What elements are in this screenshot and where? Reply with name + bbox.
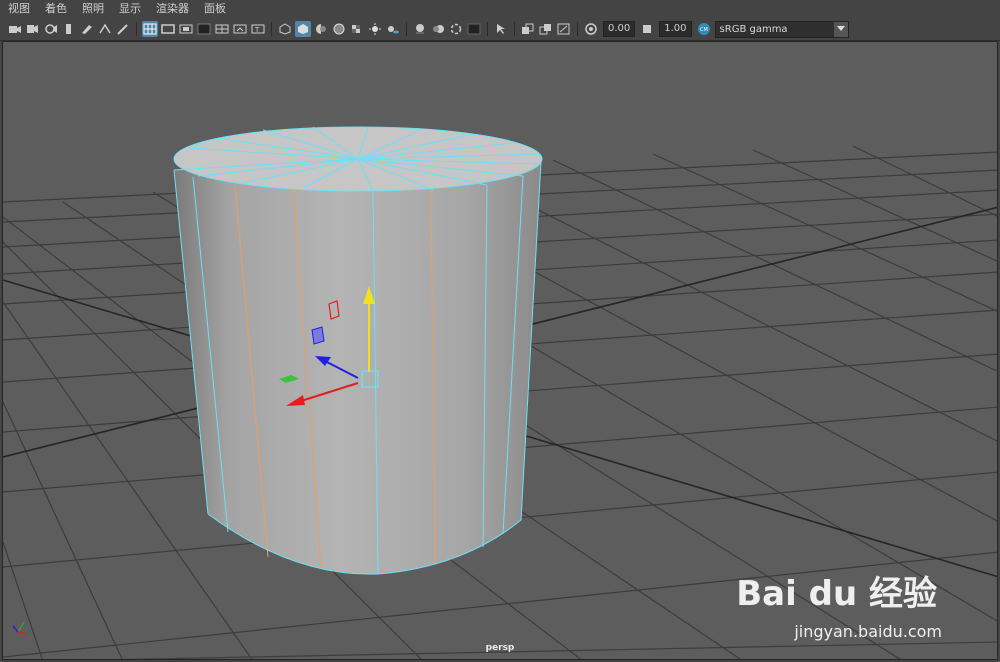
use-default-material-icon[interactable] (313, 21, 329, 37)
motion-blur-icon[interactable] (430, 21, 446, 37)
menu-view[interactable]: 视图 (0, 0, 37, 18)
gamma-field[interactable]: 1.00 (659, 21, 692, 37)
toolbar-separator (487, 22, 488, 36)
textured-icon[interactable] (349, 21, 365, 37)
wireframe-on-shaded-icon[interactable] (331, 21, 347, 37)
safe-action-icon[interactable] (232, 21, 248, 37)
pencil-icon[interactable] (115, 21, 131, 37)
viewport-panel[interactable]: persp Bai du 经验 jingyan.baidu.com (2, 41, 998, 660)
menu-show[interactable]: 显示 (111, 0, 148, 18)
bookmark-icon[interactable] (43, 21, 59, 37)
camera-icon[interactable] (7, 21, 23, 37)
gamma-icon[interactable] (639, 21, 655, 37)
menu-shading[interactable]: 着色 (37, 0, 74, 18)
menu-panels[interactable]: 面板 (196, 0, 233, 18)
menu-lighting[interactable]: 照明 (74, 0, 111, 18)
smooth-shade-icon[interactable] (295, 21, 311, 37)
toolbar-separator (406, 22, 407, 36)
menu-renderer[interactable]: 渲染器 (148, 0, 196, 18)
shadows-icon[interactable] (385, 21, 401, 37)
toolbar-separator (577, 22, 578, 36)
axis-orientation-indicator (12, 621, 28, 635)
xray-active-components-icon[interactable] (556, 21, 572, 37)
xray-icon[interactable] (520, 21, 536, 37)
resolution-gate-icon[interactable] (178, 21, 194, 37)
svg-text:CM: CM (700, 27, 708, 33)
yz-plane-handle (311, 326, 325, 345)
image-plane-icon[interactable] (61, 21, 77, 37)
gate-mask-icon[interactable] (196, 21, 212, 37)
safe-title-icon[interactable]: T (250, 21, 266, 37)
toolbar-separator (514, 22, 515, 36)
2d-pan-zoom-icon[interactable] (97, 21, 113, 37)
toolbar-separator (271, 22, 272, 36)
menu-bar: 视图 着色 照明 显示 渲染器 面板 (0, 0, 1000, 18)
watermark-url: jingyan.baidu.com (794, 622, 942, 641)
exposure-icon[interactable] (583, 21, 599, 37)
screen-space-ambient-occlusion-icon[interactable] (412, 21, 428, 37)
color-space-label: sRGB gamma (719, 23, 788, 35)
use-all-lights-icon[interactable] (367, 21, 383, 37)
svg-text:T: T (254, 26, 260, 34)
watermark-logo: Bai du 经验 (736, 574, 937, 614)
film-gate-icon[interactable] (160, 21, 176, 37)
isolate-select-icon[interactable] (493, 21, 509, 37)
xray-joints-icon[interactable] (538, 21, 554, 37)
field-chart-icon[interactable] (214, 21, 230, 37)
camera-attributes-icon[interactable] (25, 21, 41, 37)
depth-of-field-icon[interactable] (466, 21, 482, 37)
chevron-down-icon (833, 21, 848, 37)
wireframe-grid-icon[interactable] (142, 21, 158, 37)
exposure-field[interactable]: 0.00 (603, 21, 636, 37)
cylinder-mesh[interactable] (173, 126, 543, 575)
color-management-icon[interactable]: CM (696, 21, 712, 37)
color-space-dropdown[interactable]: sRGB gamma (714, 20, 849, 38)
panel-toolbar: T 0.00 1.00 CM sRGB gamma (0, 18, 1000, 41)
camera-name-label: persp (485, 643, 515, 653)
grease-pencil-icon[interactable] (79, 21, 95, 37)
anti-aliasing-icon[interactable] (448, 21, 464, 37)
toolbar-separator (136, 22, 137, 36)
wireframe-icon[interactable] (277, 21, 293, 37)
